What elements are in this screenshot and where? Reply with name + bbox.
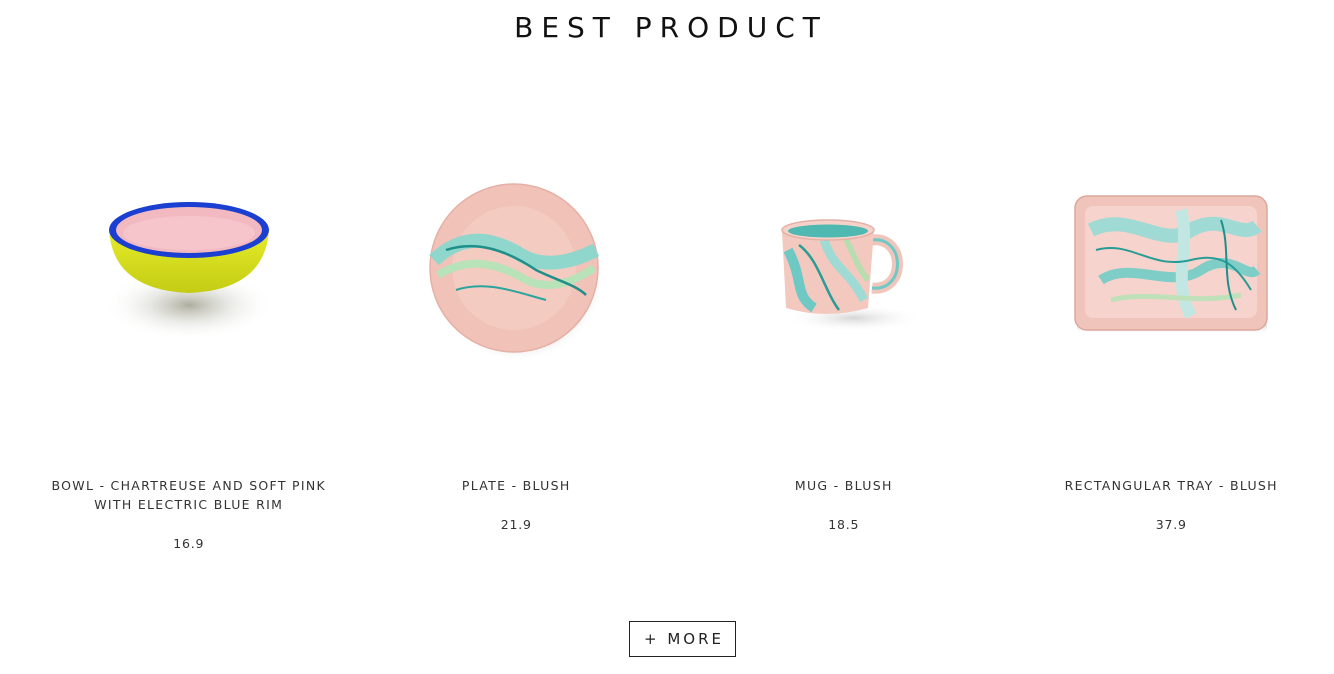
more-button[interactable]: + MORE [629,621,736,657]
product-card-bowl[interactable]: BOWL - CHARTREUSE AND SOFT PINK WITH ELE… [25,120,353,551]
section-title: BEST PRODUCT [514,11,828,44]
product-grid: BOWL - CHARTREUSE AND SOFT PINK WITH ELE… [25,120,1334,551]
product-name[interactable]: RECTANGULAR TRAY - BLUSH [1021,476,1321,495]
product-price: 37.9 [1155,517,1187,532]
mug-image[interactable] [744,120,944,420]
product-name[interactable]: PLATE - BLUSH [366,476,666,495]
product-card-tray[interactable]: RECTANGULAR TRAY - BLUSH 37.9 [1008,120,1334,551]
product-name[interactable]: MUG - BLUSH [694,476,994,495]
product-card-mug[interactable]: MUG - BLUSH 18.5 [680,120,1008,551]
tray-image[interactable] [1071,120,1271,420]
product-card-plate[interactable]: PLATE - BLUSH 21.9 [353,120,681,551]
product-price: 16.9 [173,536,205,551]
bowl-image[interactable] [89,120,289,420]
product-price: 18.5 [828,517,860,532]
product-price: 21.9 [500,517,532,532]
plate-image[interactable] [416,120,616,420]
product-name[interactable]: BOWL - CHARTREUSE AND SOFT PINK WITH ELE… [39,476,339,514]
